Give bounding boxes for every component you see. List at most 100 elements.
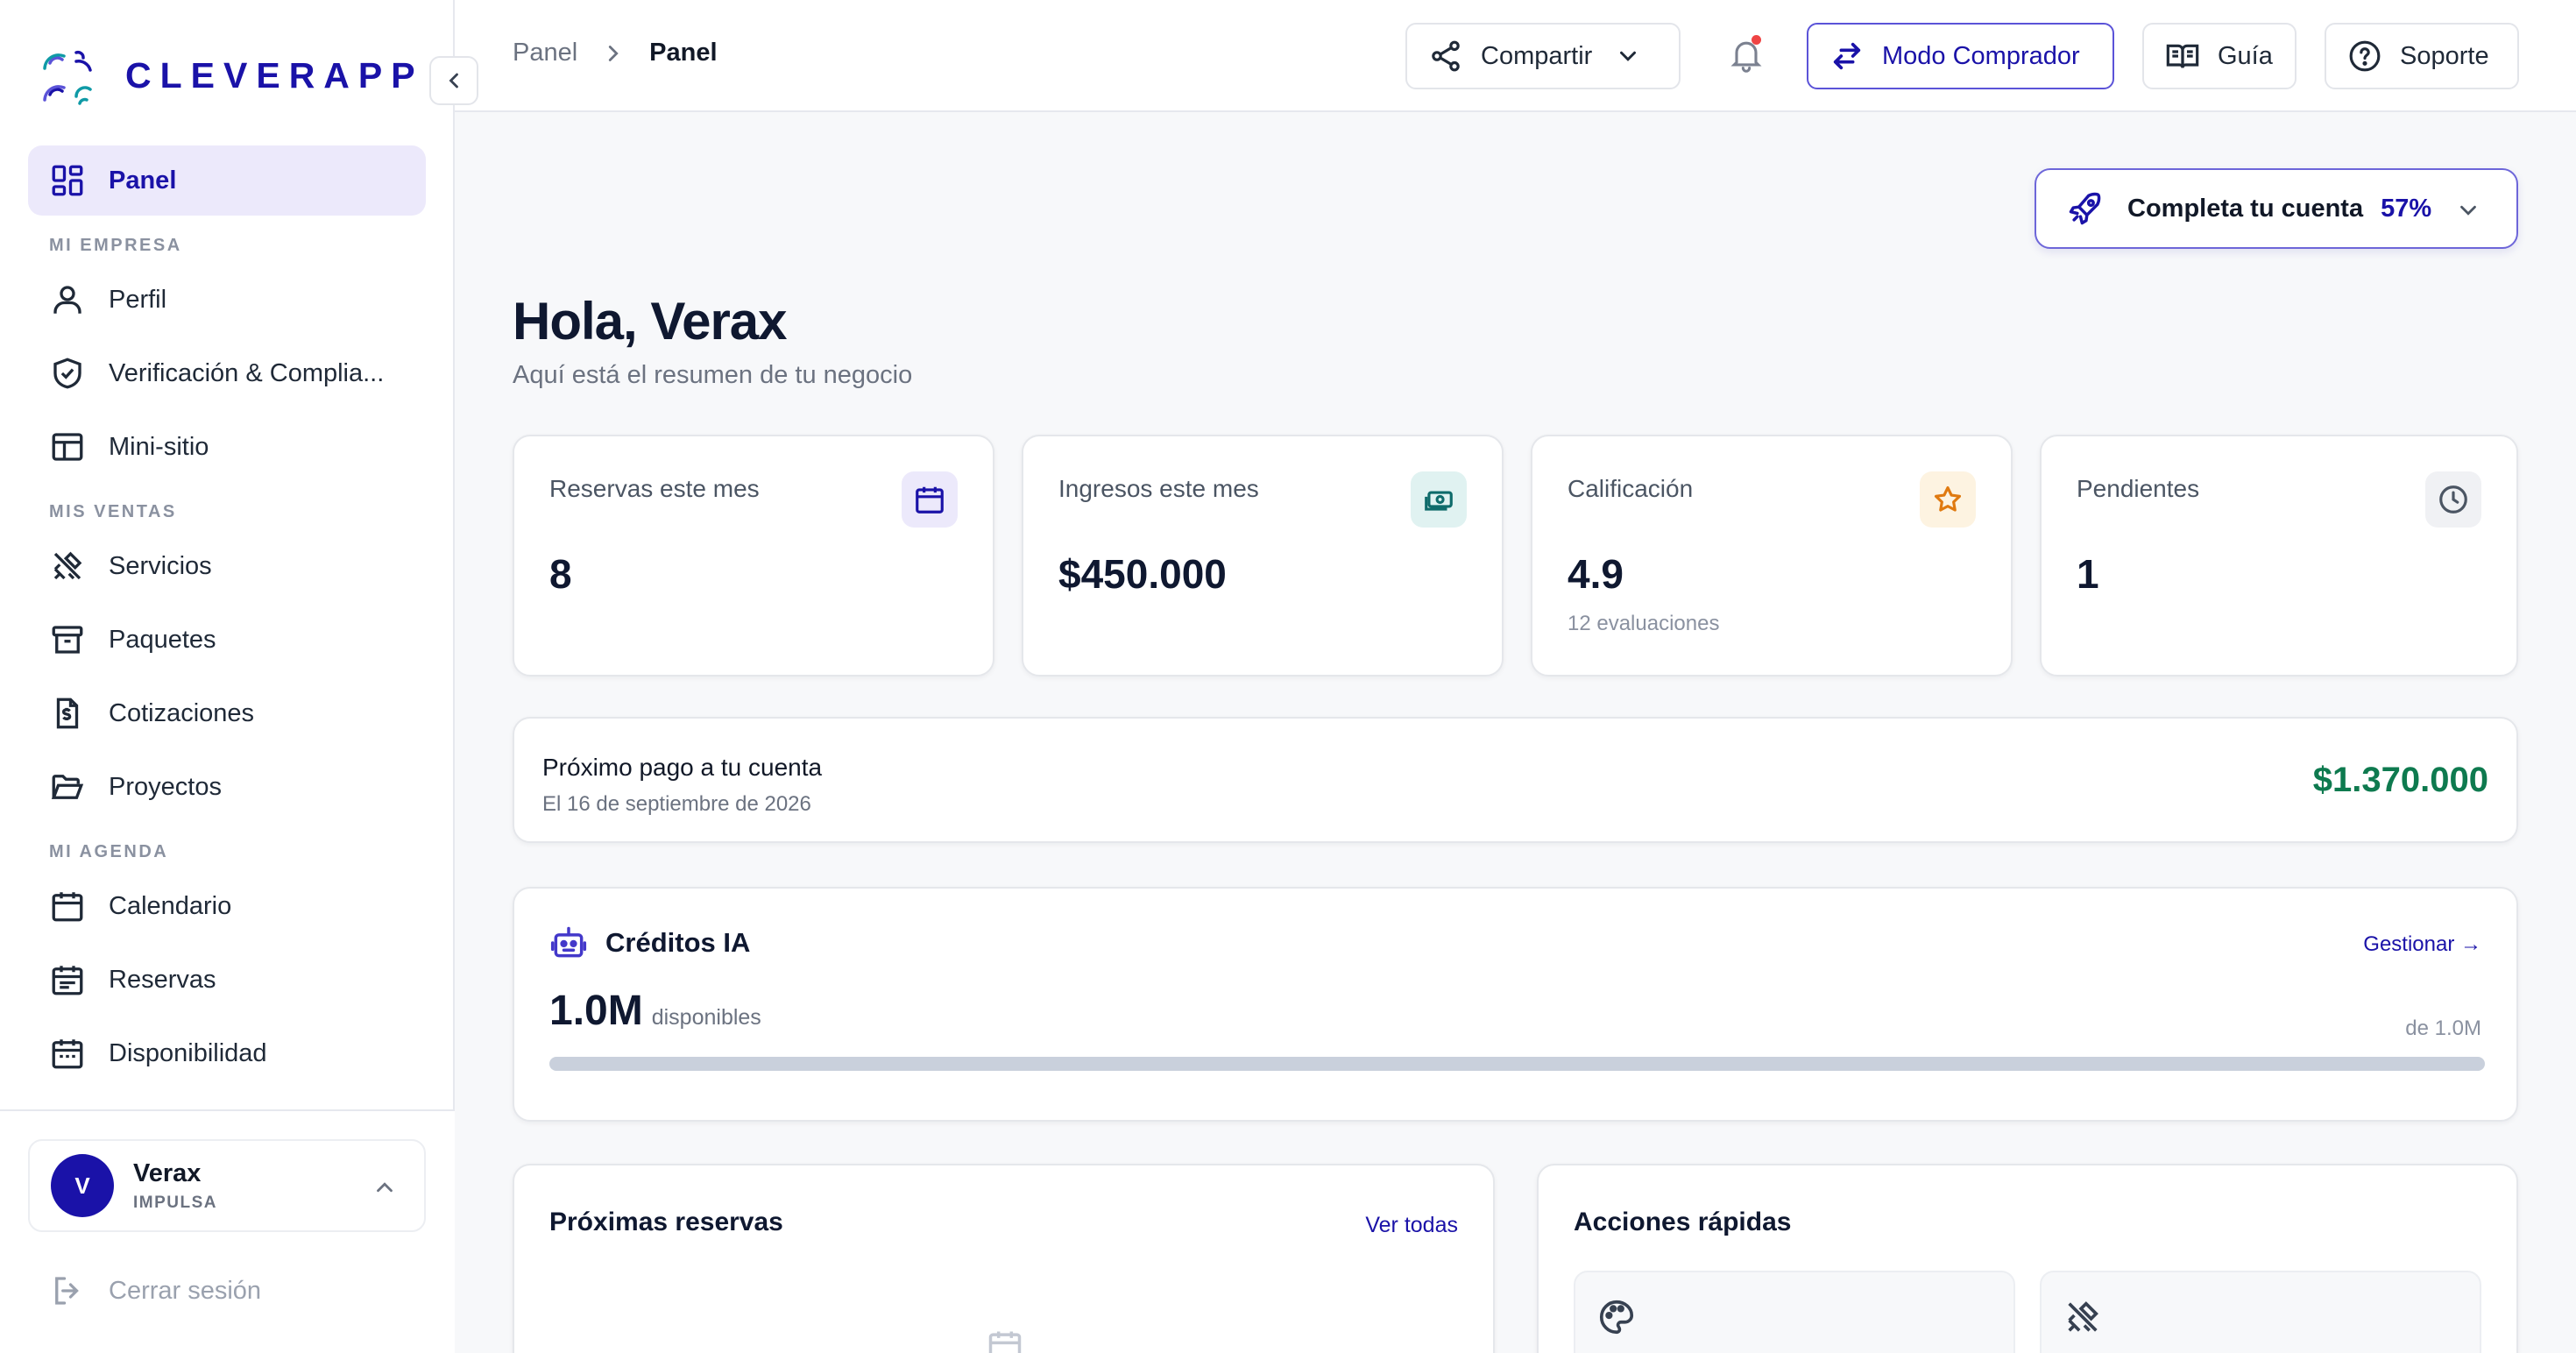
stat-icon-badge: [2425, 471, 2481, 528]
shield-check-icon: [49, 355, 86, 392]
stat-label: Ingresos este mes: [1058, 475, 1259, 502]
upcoming-bookings-title: Próximas reservas: [549, 1208, 783, 1236]
avatar: V: [51, 1154, 114, 1217]
sidebar-item-perfil[interactable]: Perfil: [28, 265, 426, 335]
guide-button[interactable]: Guía: [2142, 23, 2296, 89]
account-completion-dropdown[interactable]: Completa tu cuenta 57%: [2035, 168, 2518, 249]
logout-button[interactable]: Cerrar sesión: [49, 1272, 261, 1309]
brand-logo[interactable]: CLEVERAPP: [41, 42, 424, 109]
tools-icon: [49, 548, 86, 584]
stat-value: $450.000: [1058, 551, 1227, 597]
topbar: Panel Panel Compartir Modo Comprador Guí…: [455, 0, 2576, 112]
stat-value: 1: [2077, 551, 2099, 597]
ai-credits-progress-fill: [549, 1057, 2485, 1071]
ai-credits-unit: disponibles: [651, 1005, 761, 1030]
ai-credits-max: de 1.0M: [2405, 1017, 2481, 1040]
sidebar-item-disponibilidad[interactable]: Disponibilidad: [28, 1018, 426, 1088]
stat-card-revenue: Ingresos este mes $450.000: [1022, 435, 1504, 676]
archive-icon: [49, 621, 86, 658]
breadcrumb-item[interactable]: Panel: [513, 39, 577, 67]
stat-value: 8: [549, 551, 572, 597]
chevron-up-icon: [372, 1174, 398, 1201]
buyer-mode-button[interactable]: Modo Comprador: [1807, 23, 2114, 89]
stat-label: Reservas este mes: [549, 475, 760, 502]
sidebar-item-verificacion[interactable]: Verificación & Complia...: [28, 338, 426, 408]
sidebar-item-label: Mini-sitio: [109, 432, 209, 461]
logout-label: Cerrar sesión: [109, 1276, 262, 1305]
quick-actions-title: Acciones rápidas: [1574, 1208, 1792, 1236]
sidebar-item-cotizaciones[interactable]: Cotizaciones: [28, 678, 426, 748]
chevron-left-icon: [442, 68, 466, 93]
next-payout-card: Próximo pago a tu cuenta El 16 de septie…: [513, 717, 2518, 843]
sidebar-scroll-area: CLEVERAPP Panel MI EMPRESA Perfil Verifi…: [0, 0, 455, 1109]
brand-name: CLEVERAPP: [125, 54, 424, 96]
sidebar-item-mini-sitio[interactable]: Mini-sitio: [28, 412, 426, 482]
section-mi-empresa: MI EMPRESA: [49, 236, 182, 255]
sidebar-item-calendario[interactable]: Calendario: [28, 871, 426, 941]
share-button[interactable]: Compartir: [1405, 23, 1681, 89]
sidebar-item-proyectos[interactable]: Proyectos: [28, 752, 426, 822]
cleverapp-logo-icon: [41, 42, 103, 109]
ai-credits-progress-bar: [549, 1057, 2485, 1071]
sidebar-item-label: Reservas: [109, 965, 216, 994]
logout-icon: [49, 1272, 86, 1309]
manage-credits-link[interactable]: Gestionar →: [2363, 932, 2481, 957]
collapse-sidebar-button[interactable]: [429, 56, 478, 105]
tools-icon: [2063, 1297, 2103, 1337]
calendar-icon: [913, 483, 946, 516]
support-label: Soporte: [2400, 41, 2489, 70]
sidebar-item-panel[interactable]: Panel: [28, 145, 426, 216]
browser-icon: [49, 429, 86, 465]
user-menu[interactable]: V Verax IMPULSA: [28, 1139, 426, 1232]
ai-credits-card: Créditos IA Gestionar → 1.0M disponibles…: [513, 887, 2518, 1122]
sidebar-item-label: Cotizaciones: [109, 698, 255, 727]
user-plan-badge: IMPULSA: [133, 1193, 217, 1212]
stat-icon-badge: [1411, 471, 1467, 528]
calendar-icon: [49, 888, 86, 924]
stat-value: 4.9: [1568, 551, 1624, 597]
stat-card-bookings: Reservas este mes 8: [513, 435, 994, 676]
stat-icon-badge: [902, 471, 958, 528]
sidebar-item-servicios[interactable]: Servicios: [28, 531, 426, 601]
sidebar-item-label: Servicios: [109, 551, 212, 580]
share-icon: [1428, 39, 1463, 74]
account-completion-label: Completa tu cuenta: [2127, 194, 2364, 223]
calendar-empty-icon: [986, 1327, 1024, 1353]
chevron-right-icon: [600, 40, 626, 67]
star-icon: [1931, 483, 1964, 516]
guide-label: Guía: [2218, 41, 2273, 70]
quick-actions-card: Acciones rápidas: [1537, 1164, 2518, 1353]
stat-card-rating: Calificación 4.9 12 evaluaciones: [1531, 435, 2013, 676]
sidebar-item-label: Proyectos: [109, 772, 222, 801]
buyer-mode-label: Modo Comprador: [1882, 41, 2080, 70]
book-open-icon: [2165, 39, 2200, 74]
sidebar-item-label: Paquetes: [109, 625, 216, 654]
calendar-clock-icon: [49, 1035, 86, 1072]
help-circle-icon: [2347, 39, 2382, 74]
chevron-down-icon: [2455, 197, 2481, 223]
palette-icon: [1596, 1297, 1637, 1337]
notification-dot: [1752, 35, 1761, 45]
account-completion-percent: 57%: [2381, 194, 2432, 223]
share-label: Compartir: [1481, 41, 1593, 70]
sidebar-item-reservas[interactable]: Reservas: [28, 945, 426, 1015]
clock-icon: [2437, 483, 2470, 516]
sidebar-item-label: Panel: [109, 166, 177, 195]
stat-subtext: 12 evaluaciones: [1568, 612, 1720, 635]
payout-date: El 16 de septiembre de 2026: [542, 792, 811, 816]
folder-open-icon: [49, 769, 86, 805]
chevron-down-icon: [1615, 43, 1641, 69]
sidebar-item-label: Verificación & Complia...: [109, 358, 385, 387]
support-button[interactable]: Soporte: [2325, 23, 2519, 89]
quick-action-services[interactable]: [2040, 1271, 2481, 1353]
ai-credits-value: 1.0M: [549, 988, 643, 1034]
sidebar-item-paquetes[interactable]: Paquetes: [28, 605, 426, 675]
invoice-icon: [49, 695, 86, 732]
stat-card-pending: Pendientes 1: [2040, 435, 2518, 676]
sidebar-item-label: Perfil: [109, 285, 167, 314]
quick-action-customize[interactable]: [1574, 1271, 2015, 1353]
money-icon: [1422, 483, 1455, 516]
sidebar-footer: V Verax IMPULSA Cerrar sesión: [0, 1109, 455, 1353]
view-all-bookings-link[interactable]: Ver todas: [1365, 1213, 1458, 1238]
robot-icon: [549, 924, 588, 962]
